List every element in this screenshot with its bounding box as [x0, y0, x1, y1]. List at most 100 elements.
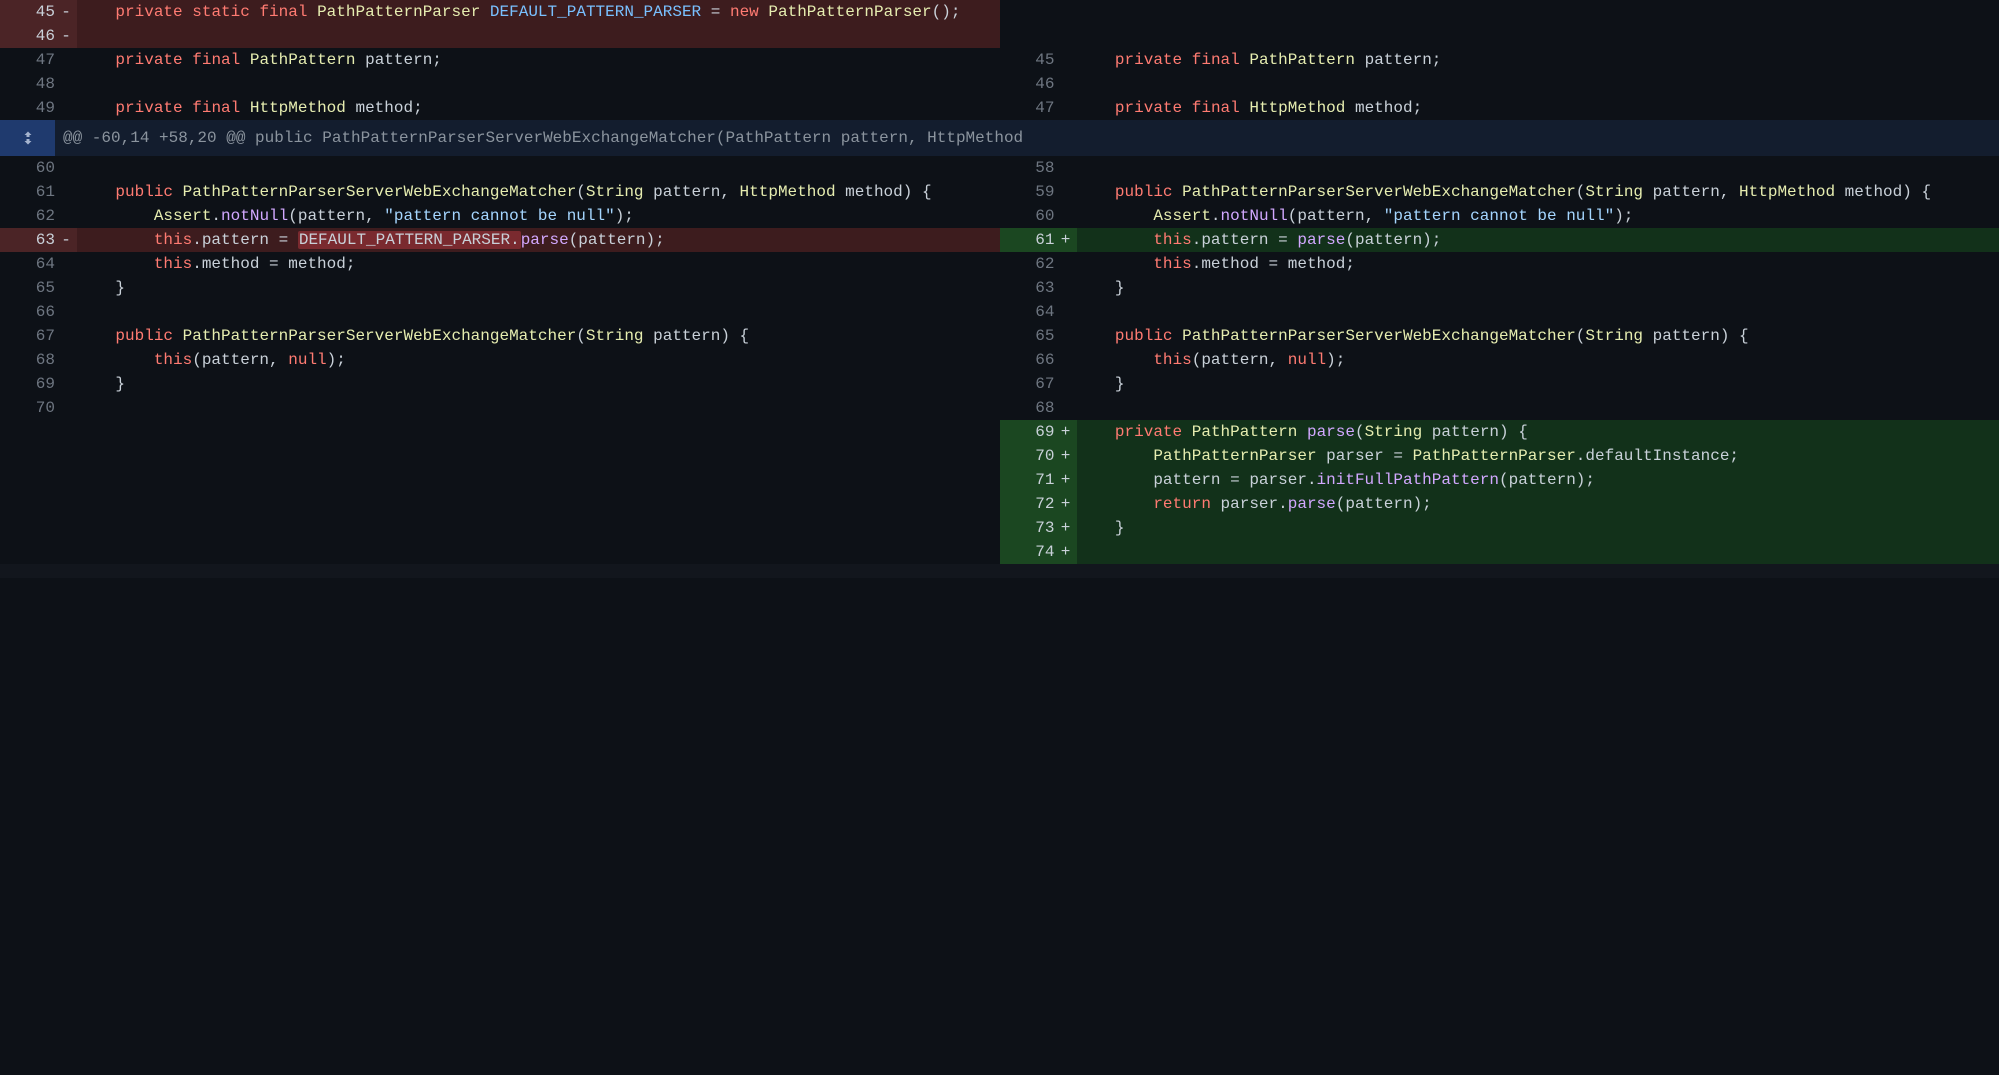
- line-number-left[interactable]: 64: [0, 252, 55, 276]
- code-cell-left[interactable]: private final PathPattern pattern;: [77, 48, 1000, 72]
- line-number-right[interactable]: 67: [1000, 372, 1055, 396]
- code-cell-left[interactable]: Assert.notNull(pattern, "pattern cannot …: [77, 204, 1000, 228]
- line-number-right[interactable]: 73: [1000, 516, 1055, 540]
- code-cell-left[interactable]: }: [77, 372, 1000, 396]
- code-cell-left[interactable]: private final HttpMethod method;: [77, 96, 1000, 120]
- line-number-right[interactable]: 68: [1000, 396, 1055, 420]
- code-cell-right[interactable]: public PathPatternParserServerWebExchang…: [1077, 324, 1999, 348]
- code-cell-right[interactable]: PathPatternParser parser = PathPatternPa…: [1077, 444, 1999, 468]
- code-cell-left[interactable]: public PathPatternParserServerWebExchang…: [77, 324, 1000, 348]
- line-number-left[interactable]: 45: [0, 0, 55, 24]
- diff-side-right: 74 +: [1000, 540, 1999, 564]
- diff-side-left: 60: [0, 156, 1000, 180]
- line-number-left[interactable]: 69: [0, 372, 55, 396]
- diff-side-left: 49 private final HttpMethod method;: [0, 96, 1000, 120]
- code-cell-right[interactable]: Assert.notNull(pattern, "pattern cannot …: [1077, 204, 1999, 228]
- code-cell-left[interactable]: [77, 72, 1000, 96]
- line-number-left[interactable]: 47: [0, 48, 55, 72]
- line-number-right[interactable]: 61: [1000, 228, 1055, 252]
- code-cell-left[interactable]: this.method = method;: [77, 252, 1000, 276]
- line-number-right[interactable]: 46: [1000, 72, 1055, 96]
- diff-side-right: 63 }: [1000, 276, 1999, 300]
- line-number-right[interactable]: 64: [1000, 300, 1055, 324]
- code-cell-left[interactable]: [77, 396, 1000, 420]
- diff-side-left: [0, 444, 1000, 468]
- diff-marker-left: [55, 204, 77, 228]
- diff-marker-right: [1055, 252, 1077, 276]
- code-cell-left[interactable]: private static final PathPatternParser D…: [77, 0, 1000, 24]
- line-number-right[interactable]: 60: [1000, 204, 1055, 228]
- line-number-left[interactable]: 68: [0, 348, 55, 372]
- code-cell-right[interactable]: }: [1077, 516, 1999, 540]
- diff-marker-left: [55, 324, 77, 348]
- diff-row: 60 58: [0, 156, 1999, 180]
- code-cell-right[interactable]: return parser.parse(pattern);: [1077, 492, 1999, 516]
- diff-row: 68 this(pattern, null); 66 this(pattern,…: [0, 348, 1999, 372]
- line-number-right[interactable]: 63: [1000, 276, 1055, 300]
- code-cell-left[interactable]: public PathPatternParserServerWebExchang…: [77, 180, 1000, 204]
- code-cell-left[interactable]: }: [77, 276, 1000, 300]
- line-number-right[interactable]: 58: [1000, 156, 1055, 180]
- code-cell-right[interactable]: }: [1077, 372, 1999, 396]
- diff-row: 69 + private PathPattern parse(String pa…: [0, 420, 1999, 444]
- line-number-right[interactable]: 47: [1000, 96, 1055, 120]
- line-number-left[interactable]: 49: [0, 96, 55, 120]
- line-number-left[interactable]: 61: [0, 180, 55, 204]
- line-number-right[interactable]: 65: [1000, 324, 1055, 348]
- diff-row: 61 public PathPatternParserServerWebExch…: [0, 180, 1999, 204]
- expand-hunk-button[interactable]: [0, 120, 55, 156]
- line-number-left[interactable]: 62: [0, 204, 55, 228]
- line-number-right[interactable]: 59: [1000, 180, 1055, 204]
- code-cell-right[interactable]: private PathPattern parse(String pattern…: [1077, 420, 1999, 444]
- diff-side-right: 46: [1000, 72, 1999, 96]
- line-number-right[interactable]: 71: [1000, 468, 1055, 492]
- line-number-right[interactable]: 72: [1000, 492, 1055, 516]
- code-cell-left[interactable]: [77, 300, 1000, 324]
- hunk-header-text: @@ -60,14 +58,20 @@ public PathPatternPa…: [55, 120, 1999, 156]
- diff-side-right: 73 + }: [1000, 516, 1999, 540]
- code-cell-right[interactable]: [1077, 72, 1999, 96]
- line-number-left[interactable]: 67: [0, 324, 55, 348]
- line-number-left[interactable]: 48: [0, 72, 55, 96]
- code-cell-right[interactable]: this.pattern = parse(pattern);: [1077, 228, 1999, 252]
- diff-side-right: 69 + private PathPattern parse(String pa…: [1000, 420, 1999, 444]
- diff-side-left: 68 this(pattern, null);: [0, 348, 1000, 372]
- diff-side-left: 65 }: [0, 276, 1000, 300]
- code-cell-left[interactable]: this.pattern = DEFAULT_PATTERN_PARSER.pa…: [77, 228, 1000, 252]
- diff-side-right: 71 + pattern = parser.initFullPathPatter…: [1000, 468, 1999, 492]
- line-number-left[interactable]: 63: [0, 228, 55, 252]
- line-number-right[interactable]: 45: [1000, 48, 1055, 72]
- diff-side-right: 67 }: [1000, 372, 1999, 396]
- line-number-left[interactable]: 46: [0, 24, 55, 48]
- code-cell-left[interactable]: [77, 156, 1000, 180]
- hunk-header-row: @@ -60,14 +58,20 @@ public PathPatternPa…: [0, 120, 1999, 156]
- line-number-left[interactable]: 60: [0, 156, 55, 180]
- diff-marker-left: [55, 48, 77, 72]
- code-cell-right[interactable]: }: [1077, 276, 1999, 300]
- code-cell-right[interactable]: [1077, 156, 1999, 180]
- code-cell-left[interactable]: [77, 24, 1000, 48]
- line-number-right[interactable]: 62: [1000, 252, 1055, 276]
- diff-side-left: 69 }: [0, 372, 1000, 396]
- line-number-left[interactable]: 70: [0, 396, 55, 420]
- code-cell-right[interactable]: this.method = method;: [1077, 252, 1999, 276]
- code-cell-right[interactable]: private final HttpMethod method;: [1077, 96, 1999, 120]
- code-cell-right[interactable]: private final PathPattern pattern;: [1077, 48, 1999, 72]
- diff-side-left: 67 public PathPatternParserServerWebExch…: [0, 324, 1000, 348]
- code-cell-right[interactable]: [1077, 396, 1999, 420]
- code-cell-left[interactable]: this(pattern, null);: [77, 348, 1000, 372]
- line-number-left[interactable]: 66: [0, 300, 55, 324]
- line-number-right[interactable]: 69: [1000, 420, 1055, 444]
- line-number-left[interactable]: 65: [0, 276, 55, 300]
- diff-marker-right: [1055, 180, 1077, 204]
- line-number-right[interactable]: 70: [1000, 444, 1055, 468]
- line-number-right[interactable]: 74: [1000, 540, 1055, 564]
- code-cell-right[interactable]: [1077, 540, 1999, 564]
- code-cell-right[interactable]: public PathPatternParserServerWebExchang…: [1077, 180, 1999, 204]
- code-cell-right[interactable]: [1077, 300, 1999, 324]
- code-cell-right[interactable]: pattern = parser.initFullPathPattern(pat…: [1077, 468, 1999, 492]
- line-number-right[interactable]: 66: [1000, 348, 1055, 372]
- diff-row: 67 public PathPatternParserServerWebExch…: [0, 324, 1999, 348]
- diff-marker-right: [1055, 396, 1077, 420]
- code-cell-right[interactable]: this(pattern, null);: [1077, 348, 1999, 372]
